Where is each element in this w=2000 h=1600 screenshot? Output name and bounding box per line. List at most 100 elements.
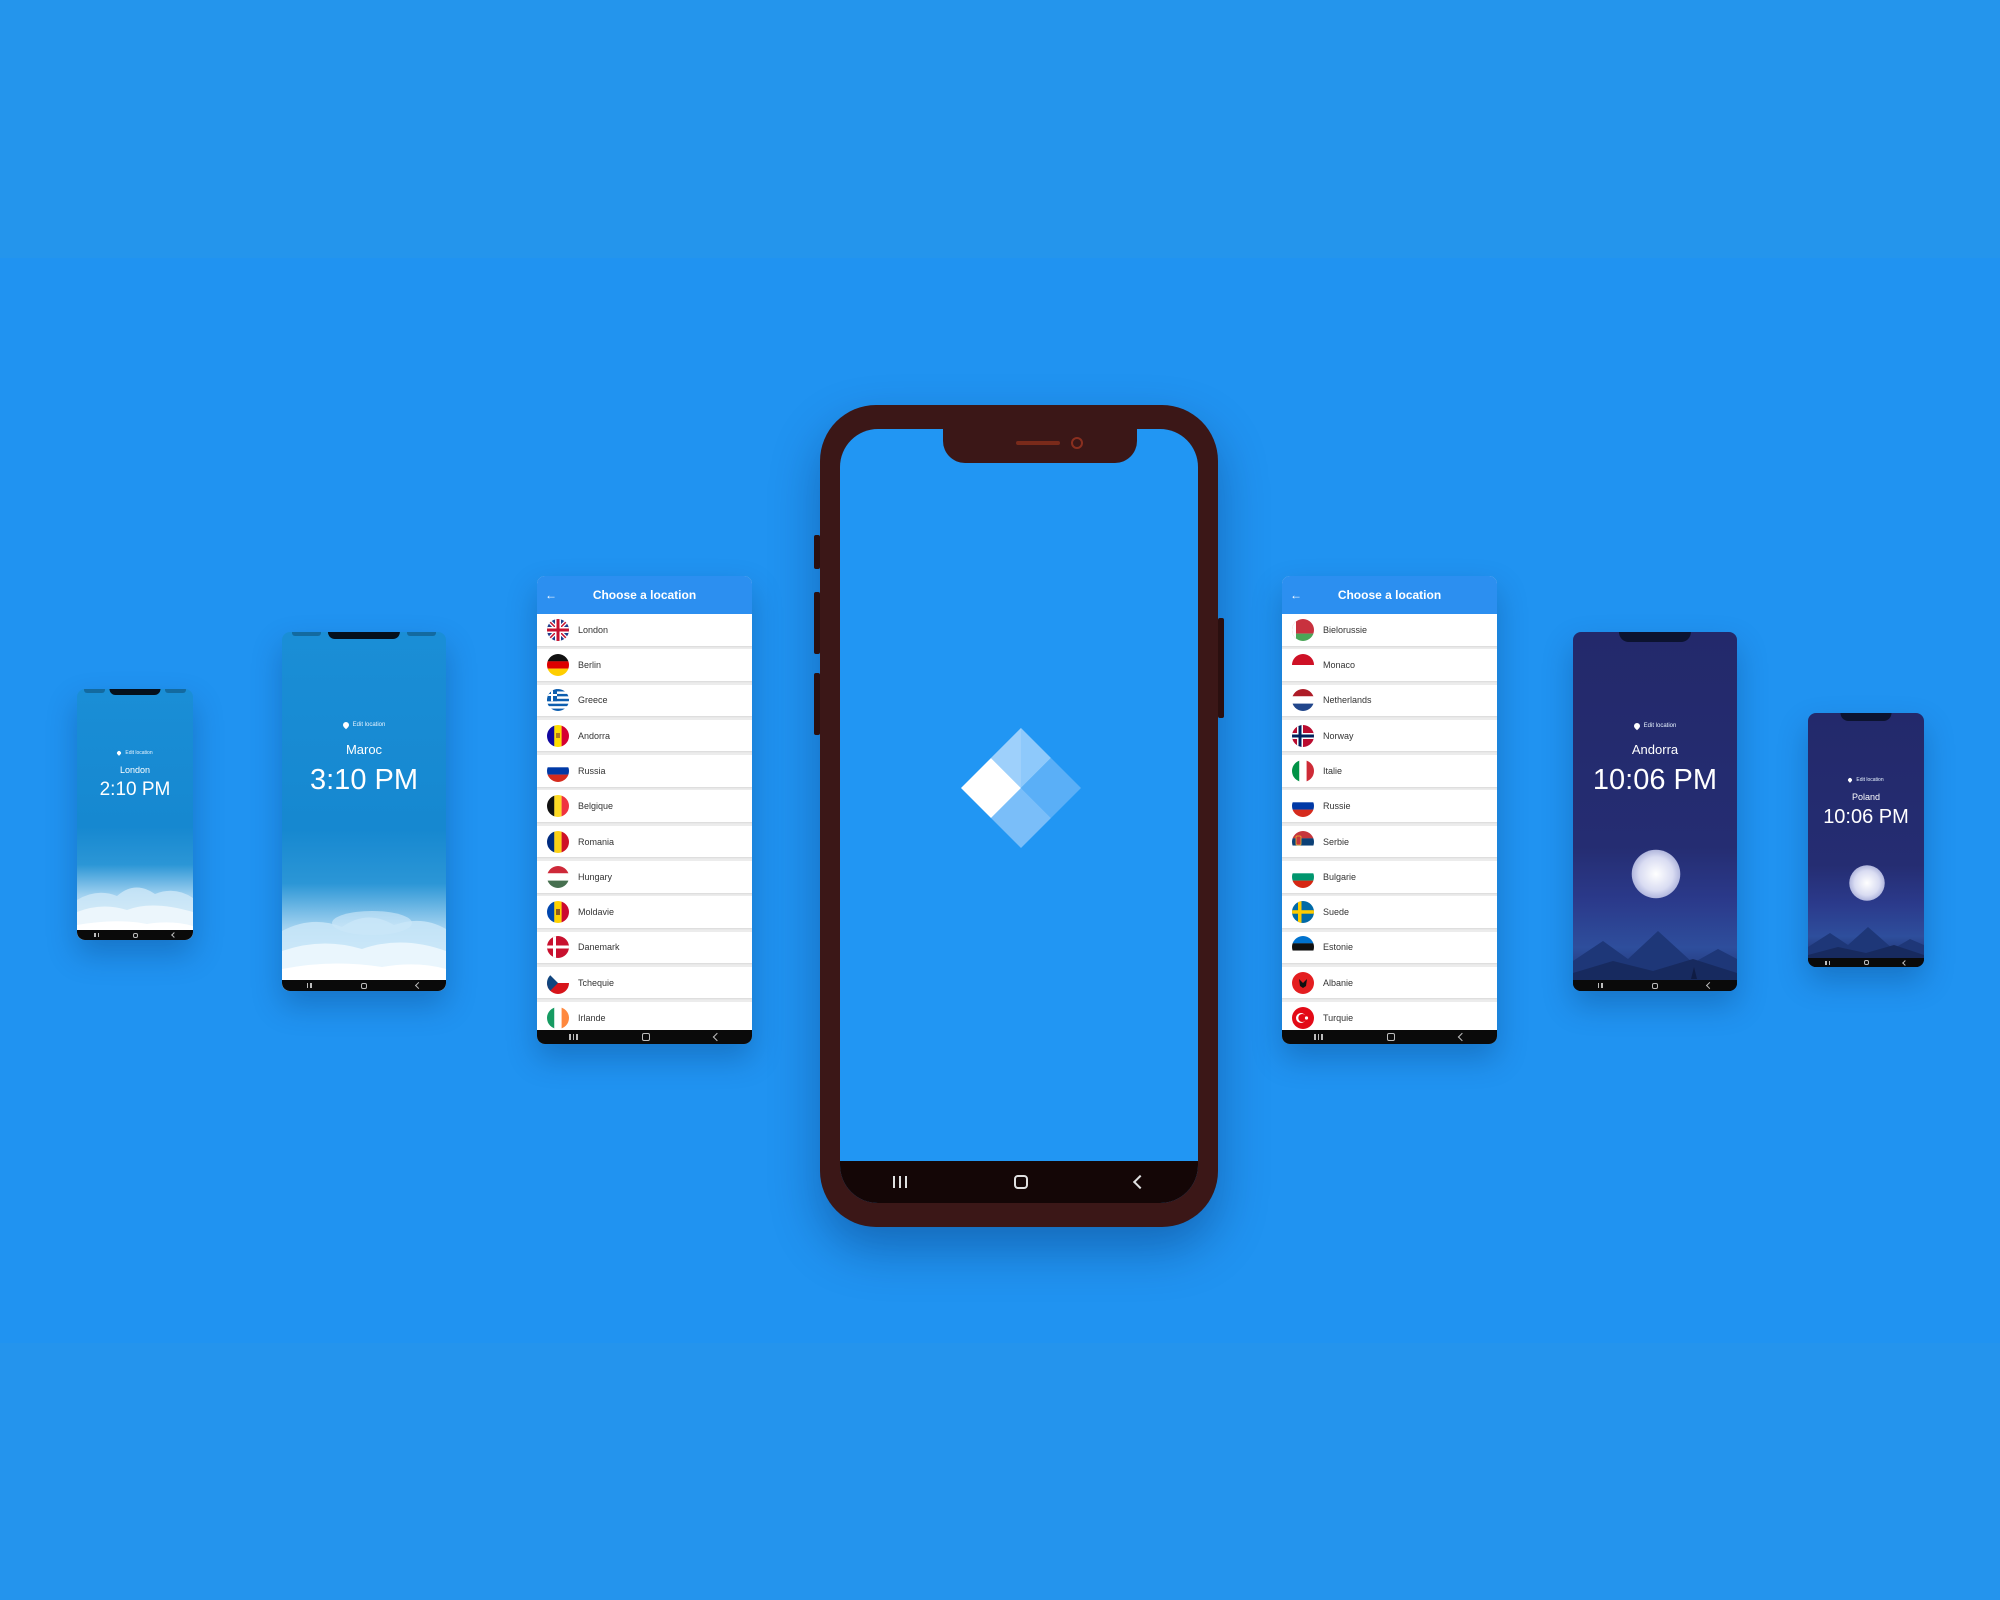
list-item-suede[interactable]: Suede [1282, 896, 1497, 928]
recent-apps-icon[interactable] [893, 1176, 908, 1188]
back-icon[interactable] [415, 981, 423, 990]
andorra-flag-icon [547, 724, 569, 747]
list-item-andorra[interactable]: Andorra [537, 719, 752, 752]
mountains-illustration [1573, 931, 1737, 991]
list-item-greece[interactable]: Greece [537, 684, 752, 717]
location-pin-icon [1847, 777, 1854, 783]
volume-up-button [814, 535, 820, 569]
list-item-berlin[interactable]: Berlin [537, 649, 752, 681]
bulgaria-flag-icon [1292, 865, 1314, 888]
status-bar-right [165, 689, 187, 693]
list-item-monaco[interactable]: Monaco [1282, 649, 1497, 681]
edit-location-link[interactable]: Edit location [282, 720, 446, 730]
list-item-danemark[interactable]: Danemark [537, 931, 752, 964]
list-item-russia[interactable]: Russia [537, 755, 752, 787]
back-icon[interactable] [1706, 981, 1714, 990]
recent-apps-icon[interactable] [1825, 960, 1830, 965]
clouds-illustration [282, 911, 446, 991]
list-item-london[interactable]: London [537, 614, 752, 646]
edit-location-link[interactable]: Edit location [1808, 777, 1924, 783]
current-time: 10:06 PM [1823, 806, 1909, 828]
home-icon[interactable] [1864, 960, 1869, 965]
list-item-bulgarie[interactable]: Bulgarie [1282, 861, 1497, 893]
status-bar-left [83, 689, 105, 693]
list-item-tchequie[interactable]: Tchequie [537, 966, 752, 999]
current-time: 2:10 PM [99, 779, 171, 800]
list-item-serbie[interactable]: Serbie [1282, 825, 1497, 858]
uk-flag-icon [547, 618, 569, 641]
list-item-label: Norway [1323, 730, 1354, 741]
recent-apps-icon[interactable] [1597, 983, 1603, 988]
list-item-label: Bielorussie [1323, 624, 1368, 635]
recent-apps-icon[interactable] [569, 1034, 578, 1040]
list-item-label: Berlin [578, 660, 602, 671]
edit-location-link[interactable]: Edit location [1573, 721, 1737, 731]
phone-andorra-time: Edit location Andorra 10:06 PM [1573, 632, 1737, 991]
front-camera [1071, 437, 1083, 449]
czech-flag-icon [547, 971, 569, 994]
home-icon[interactable] [1386, 1033, 1395, 1041]
list-item-label: Tchequie [578, 977, 615, 988]
system-nav-bar [282, 980, 446, 991]
background-bottom-band [0, 1343, 2000, 1600]
list-item-label: London [578, 624, 609, 635]
home-icon[interactable] [1651, 982, 1658, 989]
edit-location-link[interactable]: Edit location [77, 750, 193, 756]
recent-apps-icon[interactable] [1314, 1034, 1323, 1040]
home-icon[interactable] [133, 932, 138, 938]
phone-location-list-left: ← Choose a location London Berlin Greece [537, 576, 752, 1044]
recent-apps-icon[interactable] [94, 933, 99, 937]
speaker-grille [1016, 441, 1060, 445]
back-icon[interactable] [1132, 1174, 1147, 1190]
list-item-label: Estonie [1323, 942, 1354, 953]
ireland-flag-icon [547, 1007, 569, 1030]
city-name: London [119, 765, 151, 775]
edit-location-label: Edit location [125, 750, 153, 756]
monaco-flag-icon [1292, 654, 1314, 677]
back-icon[interactable] [1457, 1032, 1467, 1042]
location-list: Bielorussie Monaco Netherlands Norway It… [1282, 614, 1497, 1038]
list-item-label: Andorra [578, 730, 611, 741]
home-icon[interactable] [641, 1033, 650, 1041]
list-header: ← Choose a location [537, 576, 752, 614]
list-item-label: Romania [578, 836, 615, 847]
phone-splash-screen [814, 405, 1224, 1227]
list-item-hungary[interactable]: Hungary [537, 861, 752, 893]
germany-flag-icon [547, 654, 569, 677]
arrow-left-icon[interactable]: ← [545, 588, 557, 602]
city-name: Andorra [1631, 742, 1679, 757]
list-item-albanie[interactable]: Albanie [1282, 966, 1497, 999]
denmark-flag-icon [547, 936, 569, 959]
back-icon[interactable] [712, 1032, 722, 1042]
list-item-label: Hungary [578, 871, 613, 882]
russia-flag-icon [547, 759, 569, 782]
estonia-flag-icon [1292, 936, 1314, 959]
list-item-label: Netherlands [1323, 695, 1372, 706]
albania-flag-icon [1292, 971, 1314, 994]
list-item-belgique[interactable]: Belgique [537, 790, 752, 822]
list-item-bielorussie[interactable]: Bielorussie [1282, 614, 1497, 646]
serbia-flag-icon [1292, 830, 1314, 853]
list-item-russie[interactable]: Russie [1282, 790, 1497, 822]
system-nav-bar [1282, 1030, 1497, 1044]
back-icon[interactable] [171, 932, 177, 938]
list-item-estonie[interactable]: Estonie [1282, 931, 1497, 964]
list-item-romania[interactable]: Romania [537, 825, 752, 858]
list-item-norway[interactable]: Norway [1282, 719, 1497, 752]
home-icon[interactable] [360, 982, 367, 989]
norway-flag-icon [1292, 724, 1314, 747]
city-name: Maroc [345, 742, 383, 757]
volume-down-button [814, 592, 820, 654]
home-icon[interactable] [1013, 1175, 1028, 1189]
list-item-italie[interactable]: Italie [1282, 755, 1497, 787]
location-block: Edit location Maroc 3:10 PM [282, 720, 446, 797]
moldova-flag-icon [547, 901, 569, 924]
location-pin-icon [116, 750, 123, 756]
back-icon[interactable] [1902, 959, 1908, 966]
notch [943, 429, 1137, 463]
list-item-netherlands[interactable]: Netherlands [1282, 684, 1497, 717]
recent-apps-icon[interactable] [306, 983, 312, 988]
list-item-moldavie[interactable]: Moldavie [537, 896, 752, 928]
list-item-label: Danemark [578, 942, 620, 953]
arrow-left-icon[interactable]: ← [1290, 588, 1302, 602]
